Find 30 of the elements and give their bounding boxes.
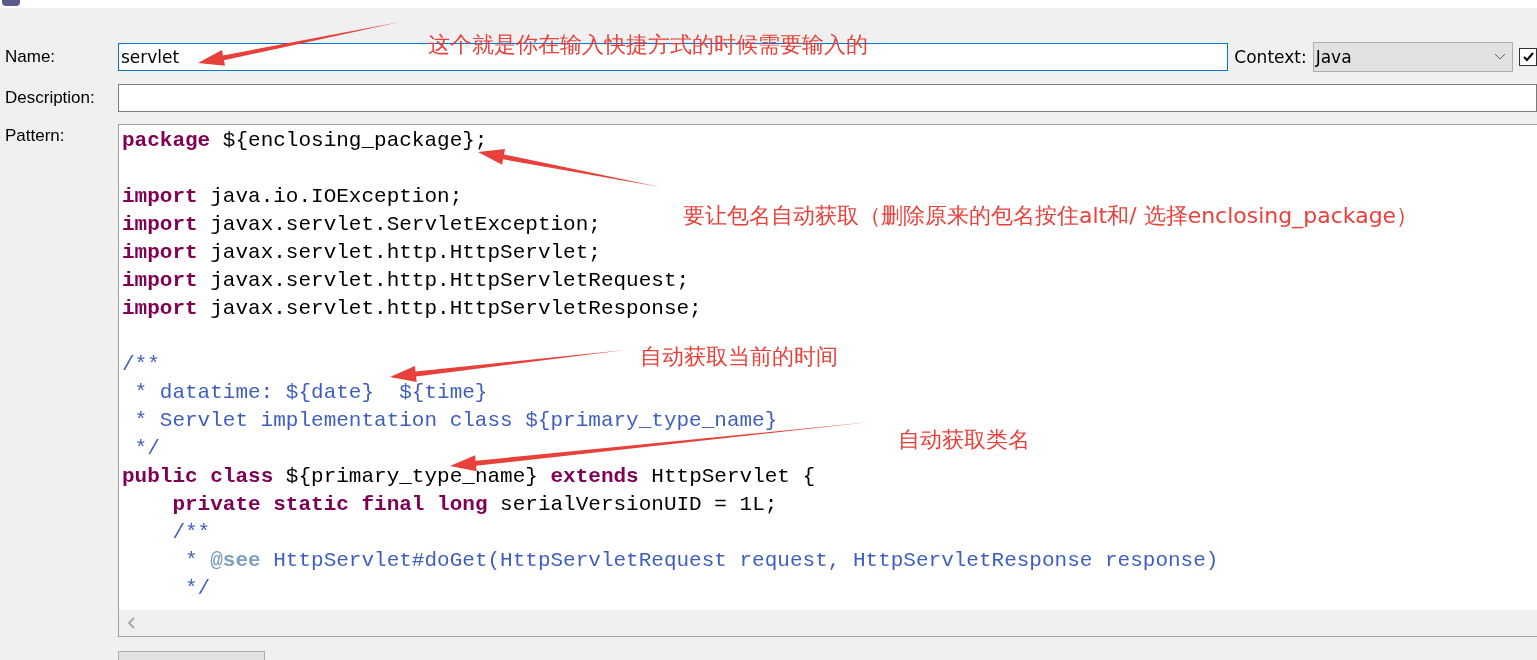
annotation-text: 自动获取当前的时间 bbox=[640, 343, 838, 371]
code-line: public class ${primary_type_name} extends HttpServlet { bbox=[122, 464, 816, 490]
annotation-text: 要让包名自动获取（删除原来的包名按住alt和/ 选择enclosing_package） bbox=[683, 202, 1419, 231]
code-line: /** bbox=[171, 520, 211, 546]
gear-icon bbox=[0, 0, 22, 8]
description-field[interactable] bbox=[118, 84, 1537, 112]
code-line: import javax.servlet.ServletException; bbox=[122, 212, 601, 238]
code-line: import javax.servlet.http.HttpServletResponse; bbox=[122, 296, 702, 322]
context-label: Context: bbox=[1234, 47, 1307, 67]
annotation-text: 自动获取类名 bbox=[898, 426, 1030, 454]
chevron-icon bbox=[1494, 53, 1506, 61]
code-line: * @see HttpServlet#doGet(HttpServletRequest request, HttpServletResponse response) bbox=[184, 548, 1219, 574]
code-line: */ bbox=[184, 576, 211, 602]
code-line: import javax.servlet.http.HttpServletRequest; bbox=[122, 268, 690, 294]
code-line: import javax.servlet.http.HttpServlet; bbox=[122, 240, 601, 266]
code-line: import java.io.IOException; bbox=[122, 184, 463, 210]
description-label: Description: bbox=[5, 88, 96, 108]
checkbox[interactable] bbox=[1519, 48, 1537, 66]
code-line: */ bbox=[133, 436, 160, 462]
context-dropdown[interactable]: Java bbox=[1312, 42, 1513, 72]
name-label: Name: bbox=[5, 47, 57, 67]
pattern-editor[interactable] bbox=[118, 124, 1537, 637]
code-line: /** bbox=[122, 352, 160, 378]
horizontal-scrollbar[interactable] bbox=[119, 610, 1537, 636]
code-line: package ${enclosing_package}; bbox=[122, 128, 488, 154]
code-line: * datatime: ${date} ${time} bbox=[133, 380, 488, 406]
code-line: private static final long serialVersionUID = 1L; bbox=[171, 492, 778, 518]
check-icon bbox=[1522, 51, 1534, 63]
code-line: * Servlet implementation class ${primary_type_name} bbox=[133, 408, 778, 434]
pattern-label: Pattern: bbox=[5, 126, 66, 146]
